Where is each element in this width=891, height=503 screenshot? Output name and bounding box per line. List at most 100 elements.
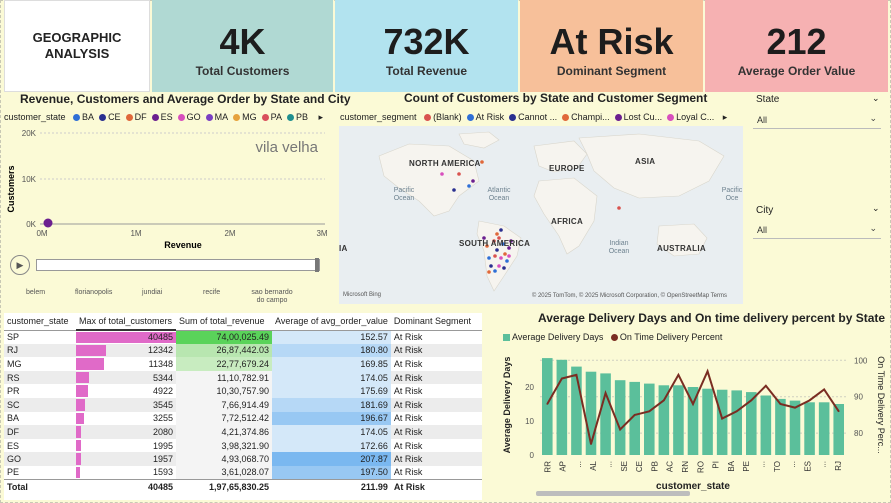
line-point[interactable] — [808, 399, 811, 402]
legend-next-icon[interactable]: ▸ — [318, 112, 323, 122]
bar[interactable] — [731, 390, 742, 455]
map-point[interactable] — [452, 188, 456, 192]
line-point[interactable] — [546, 403, 549, 405]
bar[interactable] — [702, 388, 713, 455]
map-point[interactable] — [493, 254, 497, 258]
map-point[interactable] — [467, 184, 471, 188]
line-point[interactable] — [677, 374, 680, 376]
table-row[interactable]: BA 3255 7,72,512.42 196.67 At Risk — [4, 411, 482, 426]
legend-item[interactable]: MA — [201, 112, 228, 122]
city-slicer-dropdown[interactable]: All ⌄ — [753, 221, 881, 239]
map-point[interactable] — [495, 248, 499, 252]
map-point[interactable] — [497, 264, 501, 268]
line-point[interactable] — [735, 410, 738, 413]
legend-item[interactable]: At Risk — [462, 112, 504, 122]
legend-item[interactable]: MG — [228, 112, 257, 122]
column-header[interactable]: Dominant Segment — [390, 313, 482, 331]
map-point[interactable] — [617, 206, 621, 210]
bar[interactable] — [804, 402, 815, 455]
table-row[interactable]: MG 11348 22,77,679.24 169.85 At Risk — [4, 357, 482, 371]
map-point[interactable] — [499, 256, 503, 260]
map-point[interactable] — [502, 266, 506, 270]
line-point[interactable] — [575, 374, 578, 376]
line-point[interactable] — [633, 414, 636, 416]
slicer-options-icon[interactable]: ⌄ — [872, 203, 880, 214]
column-header[interactable]: Max of total_customers — [76, 313, 176, 331]
map-point[interactable] — [440, 172, 444, 176]
legend-item[interactable]: CE — [94, 112, 121, 122]
bar[interactable] — [542, 358, 553, 455]
map-point[interactable] — [480, 160, 484, 164]
bar[interactable] — [775, 398, 786, 455]
legend-item[interactable]: Cannot ... — [504, 112, 557, 122]
map-point[interactable] — [457, 172, 461, 176]
bar[interactable] — [789, 400, 801, 455]
table-row[interactable]: SC 3545 7,66,914.49 181.69 At Risk — [4, 397, 482, 412]
bar[interactable] — [571, 366, 582, 455]
map-point[interactable] — [507, 254, 511, 258]
line-point[interactable] — [663, 399, 665, 402]
line-point[interactable] — [837, 410, 840, 413]
legend-item[interactable]: Lost Cu... — [610, 112, 662, 122]
slicer-options-icon[interactable]: ⌄ — [872, 93, 880, 104]
bar[interactable] — [673, 385, 684, 455]
line-point[interactable] — [721, 417, 723, 420]
play-axis-slider[interactable] — [36, 258, 320, 272]
legend-item[interactable]: Champi... — [557, 112, 610, 122]
line-point[interactable] — [779, 403, 782, 405]
legend-item[interactable]: Loyal C... — [662, 112, 714, 122]
map-point[interactable] — [471, 179, 475, 183]
table-row[interactable]: SP 40485 74,00,025.49 152.57 At Risk — [4, 330, 482, 344]
legend-item[interactable]: GO — [173, 112, 201, 122]
map-point[interactable] — [493, 269, 497, 273]
bar[interactable] — [818, 402, 830, 455]
scatter-legend[interactable]: customer_state BA CE DF ES GO MA MG PA PB ▸ — [4, 112, 323, 123]
world-map[interactable]: NORTH AMERICA EUROPE ASIA AFRICA SOUTH A… — [339, 126, 743, 304]
map-point[interactable] — [489, 264, 493, 268]
table-row[interactable]: GO 1957 4,93,068.70 207.87 At Risk — [4, 452, 482, 466]
line-point[interactable] — [794, 406, 796, 409]
table-row[interactable]: RJ 12342 26,87,442.03 180.80 At Risk — [4, 343, 482, 358]
map-point[interactable] — [499, 228, 503, 232]
table-row[interactable]: DF 2080 4,21,374.86 174.05 At Risk — [4, 425, 482, 439]
map-point[interactable] — [503, 252, 507, 256]
line-point[interactable] — [823, 388, 825, 391]
bar[interactable] — [716, 389, 728, 455]
legend-item[interactable]: ES — [147, 112, 173, 122]
line-point[interactable] — [561, 377, 563, 380]
map-point[interactable] — [487, 270, 491, 274]
legend-item[interactable]: DF — [121, 112, 147, 122]
horizontal-scrollbar[interactable] — [536, 491, 690, 496]
table-row[interactable]: ES 1995 3,98,321.90 172.66 At Risk — [4, 438, 482, 453]
table-row[interactable]: PE 1593 3,61,028.07 197.50 At Risk — [4, 465, 482, 480]
column-header[interactable]: customer_state — [4, 313, 76, 331]
table-row[interactable]: PR 4922 10,30,757.90 175.69 At Risk — [4, 384, 482, 398]
scatter-point[interactable] — [43, 218, 53, 228]
play-button[interactable]: ▶ — [10, 255, 30, 275]
column-header[interactable]: Sum of total_revenue — [176, 313, 272, 331]
play-axis-handle[interactable] — [315, 258, 319, 272]
line-point[interactable] — [765, 384, 767, 387]
bar[interactable] — [600, 373, 611, 455]
line-point[interactable] — [619, 428, 621, 431]
legend-item[interactable]: PB — [282, 112, 308, 122]
map-point[interactable] — [487, 256, 491, 260]
line-point[interactable] — [648, 410, 651, 413]
legend-item[interactable]: (Blank) — [419, 112, 462, 122]
line-point[interactable] — [590, 443, 592, 445]
bar[interactable] — [644, 383, 655, 455]
state-table[interactable]: customer_state Max of total_customers Su… — [4, 313, 482, 500]
line-point[interactable] — [692, 403, 694, 405]
scatter-chart[interactable]: Customers 20K 10K 0K 0M 1M 2M 3M Revenue… — [0, 124, 330, 254]
line-point[interactable] — [706, 370, 709, 373]
delivery-combo-chart[interactable]: Average Delivery Days On Time Delivery Pe… — [496, 345, 888, 497]
map-legend[interactable]: customer_segment (Blank) At Risk Cannot ..… — [340, 112, 727, 123]
legend-item[interactable]: PA — [257, 112, 282, 122]
line-point[interactable] — [604, 392, 607, 394]
map-point[interactable] — [495, 232, 499, 236]
legend-next-icon[interactable]: ▸ — [723, 112, 728, 122]
legend-item[interactable]: BA — [68, 112, 94, 122]
bar[interactable] — [556, 359, 568, 455]
map-point[interactable] — [505, 259, 509, 263]
table-row[interactable]: RS 5344 11,10,782.91 174.05 At Risk — [4, 370, 482, 385]
